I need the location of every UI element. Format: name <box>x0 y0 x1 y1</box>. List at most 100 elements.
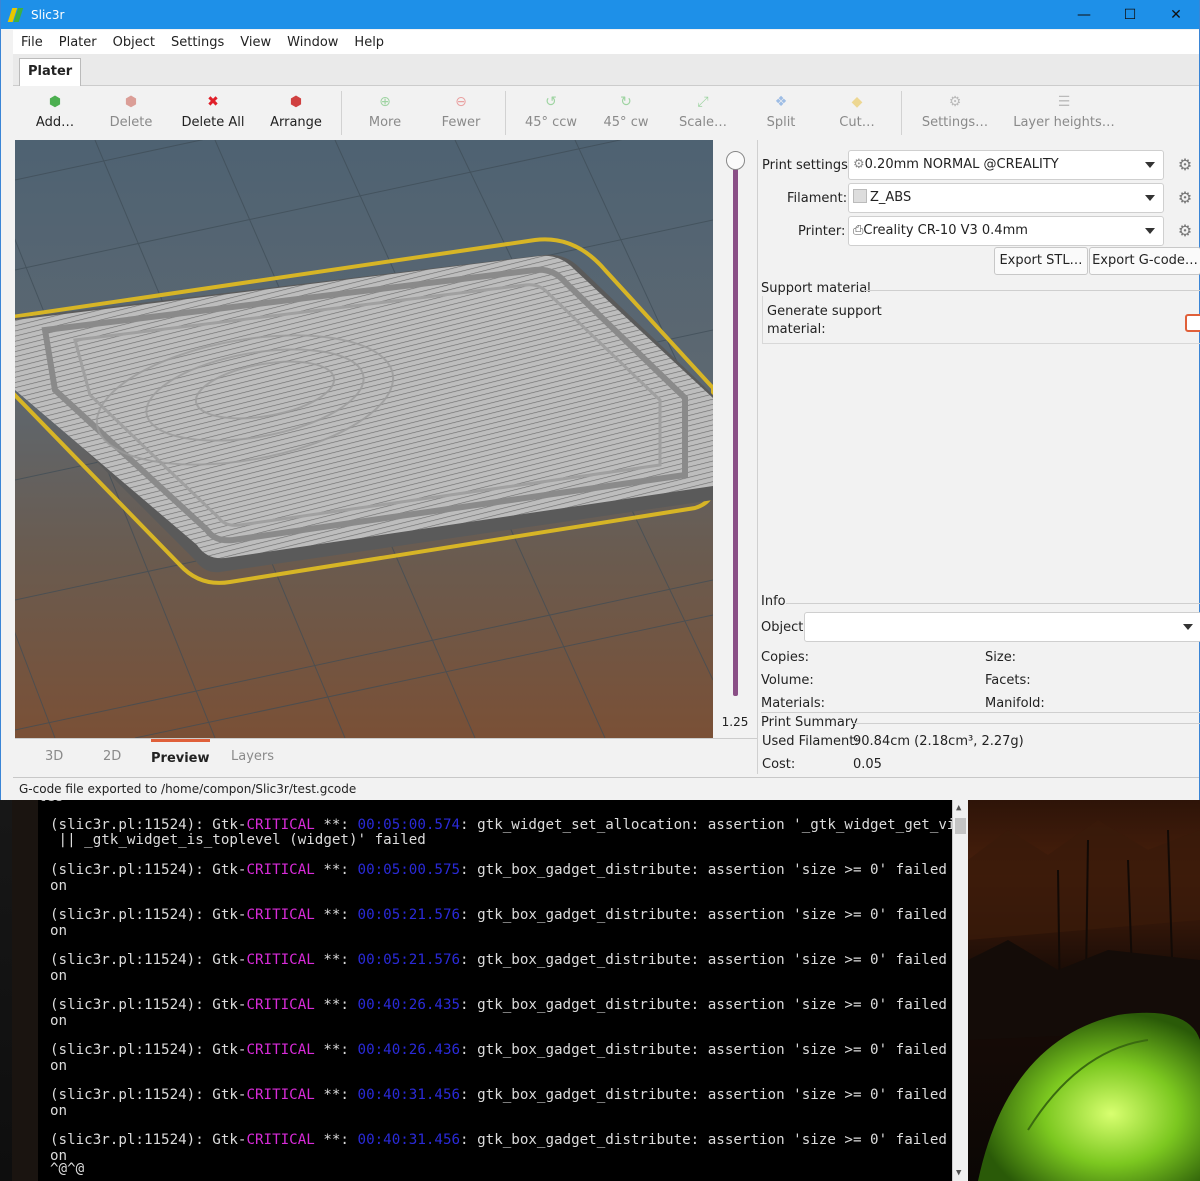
print-summary-title: Print Summary <box>761 715 858 730</box>
tab-plater[interactable]: Plater <box>19 58 82 86</box>
delete-all-button[interactable]: ✖ Delete All <box>177 93 249 130</box>
filament-label: Filament: <box>787 191 848 206</box>
rotate-cw-button[interactable]: ↻ 45° cw <box>590 93 662 130</box>
maximize-icon[interactable]: ☐ <box>1107 0 1153 29</box>
printer-small-icon: ⎙ <box>853 223 864 238</box>
tab-preview[interactable]: Preview <box>151 739 210 775</box>
layer-slider-track <box>733 168 738 696</box>
terminal-line-continuation: on <box>50 1013 68 1029</box>
terminal-prompt-line: ^@^@ <box>50 1161 85 1177</box>
settings-button[interactable]: ⚙ Settings… <box>919 93 991 130</box>
terminal-partial-line: tes <box>38 800 64 805</box>
terminal-line: (slic3r.pl:11524): Gtk-CRITICAL **: 00:4… <box>50 1132 968 1148</box>
toolbar-divider <box>505 91 506 135</box>
object-label: Object: <box>761 620 808 635</box>
size-label: Size: <box>985 650 1017 665</box>
settings-panel: Print settings: ⚙0.20mm NORMAL @CREALITY… <box>757 140 1200 774</box>
delete-button[interactable]: ⬢ Delete <box>95 93 167 130</box>
filament-select[interactable]: Z_ABS <box>848 183 1164 213</box>
support-section: Generate support material: <box>762 296 1200 344</box>
filament-gear-icon[interactable]: ⚙ <box>1176 189 1194 207</box>
menu-help[interactable]: Help <box>346 35 392 50</box>
delete-all-label: Delete All <box>181 115 245 130</box>
chevron-down-icon <box>1145 162 1155 168</box>
print-settings-select[interactable]: ⚙0.20mm NORMAL @CREALITY <box>848 150 1164 180</box>
split-button[interactable]: ❖ Split <box>745 93 817 130</box>
export-gcode-button[interactable]: Export G-code… <box>1089 247 1200 275</box>
scale-button[interactable]: ⤢ Scale… <box>667 93 739 130</box>
object-select[interactable] <box>804 612 1200 642</box>
volume-label: Volume: <box>761 673 814 688</box>
layer-heights-button[interactable]: ☰ Layer heights… <box>1009 93 1119 130</box>
layer-heights-label: Layer heights… <box>1013 115 1115 130</box>
printer-gear-icon[interactable]: ⚙ <box>1176 222 1194 240</box>
scrollbar-thumb[interactable] <box>955 818 966 834</box>
print-settings-gear-icon[interactable]: ⚙ <box>1176 156 1194 174</box>
scroll-up-icon[interactable]: ▲ <box>956 803 961 813</box>
menu-view[interactable]: View <box>232 35 279 50</box>
terminal-line-continuation: on <box>50 1058 68 1074</box>
scale-icon: ⤢ <box>697 94 709 110</box>
generate-support-checkbox[interactable] <box>1185 314 1200 332</box>
cost-value: 0.05 <box>853 757 882 772</box>
preview-viewport[interactable] <box>15 140 713 738</box>
fewer-label: Fewer <box>441 115 481 130</box>
titlebar: Slic3r — ☐ ✕ <box>1 0 1199 29</box>
more-button[interactable]: ⊕ More <box>349 93 421 130</box>
tab-3d[interactable]: 3D <box>45 739 63 775</box>
terminal-line: (slic3r.pl:11524): Gtk-CRITICAL **: 00:4… <box>50 1087 968 1103</box>
section-divider <box>761 712 1200 713</box>
printer-value: Creality CR-10 V3 0.4mm <box>863 223 1028 238</box>
cost-label: Cost: <box>762 757 796 772</box>
terminal-window[interactable]: tes (slic3r.pl:11524): Gtk-CRITICAL **: … <box>38 800 968 1181</box>
print-settings-value: 0.20mm NORMAL @CREALITY <box>864 157 1059 172</box>
filament-value: Z_ABS <box>870 190 912 205</box>
tab-2d[interactable]: 2D <box>103 739 121 775</box>
section-divider <box>862 290 1200 291</box>
cut-button[interactable]: ◆ Cut… <box>821 93 893 130</box>
arrange-label: Arrange <box>270 115 322 130</box>
add-label: Add… <box>35 115 75 130</box>
plater-toolbar: ⬢ Add… ⬢ Delete ✖ Delete All ⬢ Arrange ⊕ More… <box>13 87 1199 140</box>
terminal-line: (slic3r.pl:11524): Gtk-CRITICAL **: 00:0… <box>50 952 968 968</box>
terminal-scrollbar[interactable]: ▲ ▼ <box>952 800 968 1181</box>
chevron-down-icon <box>1145 228 1155 234</box>
arrange-button[interactable]: ⬢ Arrange <box>260 93 332 130</box>
slic3r-logo-icon <box>9 8 23 22</box>
rotate-cw-label: 45° cw <box>603 115 649 130</box>
used-filament-value: 90.84cm (2.18cm³, 2.27g) <box>853 734 1024 749</box>
toolpath-preview <box>15 140 713 738</box>
terminal-line: (slic3r.pl:11524): Gtk-CRITICAL **: 00:4… <box>50 1042 968 1058</box>
add-button[interactable]: ⬢ Add… <box>19 93 91 130</box>
tab-layers[interactable]: Layers <box>231 739 274 775</box>
toolbar-divider <box>901 91 902 135</box>
cut-label: Cut… <box>839 115 875 130</box>
minimize-icon[interactable]: — <box>1061 0 1107 29</box>
rotate-ccw-button[interactable]: ↺ 45° ccw <box>515 93 587 130</box>
layer-slider-handle[interactable] <box>726 151 745 170</box>
printer-label: Printer: <box>798 224 846 239</box>
layer-height-value: 1.25 <box>721 715 749 729</box>
chevron-down-icon <box>1183 624 1193 630</box>
menu-plater[interactable]: Plater <box>51 35 105 50</box>
print-settings-row: Print settings: ⚙0.20mm NORMAL @CREALITY… <box>758 150 1200 180</box>
print-settings-label: Print settings: <box>762 158 853 173</box>
export-stl-button[interactable]: Export STL… <box>994 247 1088 275</box>
fewer-button[interactable]: ⊖ Fewer <box>425 93 497 130</box>
scroll-down-icon[interactable]: ▼ <box>956 1168 961 1178</box>
menu-file[interactable]: File <box>13 35 51 50</box>
layer-slider[interactable]: 1.25 <box>713 140 757 738</box>
close-icon[interactable]: ✕ <box>1153 0 1199 29</box>
split-label: Split <box>766 115 796 130</box>
status-bar: G-code file exported to /home/compon/Sli… <box>13 777 1199 799</box>
menubar: File Plater Object Settings View Window … <box>13 30 1199 54</box>
rotate-cw-icon: ↻ <box>620 94 632 110</box>
settings-label: Settings… <box>921 115 989 130</box>
delete-icon: ⬢ <box>124 94 138 110</box>
menu-window[interactable]: Window <box>279 35 346 50</box>
printer-select[interactable]: ⎙Creality CR-10 V3 0.4mm <box>848 216 1164 246</box>
menu-settings[interactable]: Settings <box>163 35 232 50</box>
support-section-title: Support material <box>761 281 871 296</box>
menu-object[interactable]: Object <box>105 35 163 50</box>
section-divider <box>852 723 1200 724</box>
